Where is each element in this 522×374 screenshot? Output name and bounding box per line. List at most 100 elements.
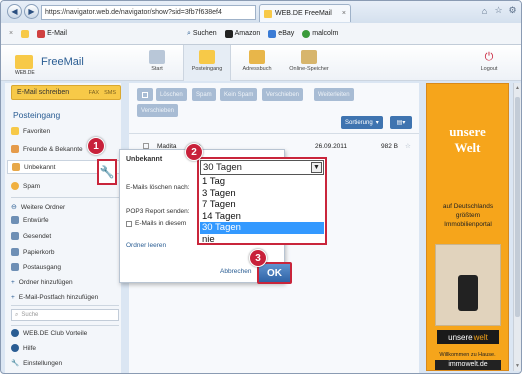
browser-window: ◀ ▶ https://navigator.web.de/navigator/s…: [0, 0, 522, 374]
move-button[interactable]: Verschieben: [262, 88, 304, 101]
posteingang-heading[interactable]: Posteingang: [13, 110, 60, 120]
mail-size: 982 B: [381, 142, 398, 150]
amazon-toolbar-label: Amazon: [234, 30, 261, 37]
view-toggle-button[interactable]: ▤▾: [390, 116, 412, 129]
scroll-thumb[interactable]: [515, 97, 520, 317]
user-toolbar-button[interactable]: malcolm: [302, 29, 338, 38]
browser-tab[interactable]: WEB.DE FreeMail ×: [259, 4, 351, 22]
nav-posteingang[interactable]: Posteingang: [183, 45, 231, 81]
callout-1: 1: [87, 137, 105, 155]
cancel-link[interactable]: Abbrechen: [220, 268, 251, 275]
folder-weitere[interactable]: ⊖ Weitere Ordner: [11, 200, 119, 214]
delete-after-select[interactable]: 30 Tagen ▼: [200, 160, 324, 175]
vertical-scrollbar[interactable]: ▲ ▼: [513, 83, 521, 371]
search-icon: ⌕: [186, 29, 191, 37]
sidebar-search-input[interactable]: ⌕ Suche: [11, 309, 119, 321]
tab-title: WEB.DE FreeMail: [275, 10, 332, 17]
checkbox-row[interactable]: E-Mails in diesem: [126, 220, 186, 227]
home-nav-icon: [149, 50, 165, 64]
option-1-tag[interactable]: 1 Tag: [200, 176, 324, 188]
sidebar-divider: [11, 197, 119, 198]
help-icon: [11, 344, 19, 352]
advertisement[interactable]: unsere Welt auf Deutschlands größtem Imm…: [426, 83, 509, 371]
scroll-down-icon[interactable]: ▼: [515, 363, 520, 369]
club-link[interactable]: WEB.DE Club Vorteile: [11, 326, 119, 340]
spam-folder-icon: [11, 182, 19, 190]
browser-toolbar: × E-Mail ⌕ Suchen Amazon eBay malcolm: [1, 23, 521, 45]
wrench-icon: 🔧: [11, 360, 20, 367]
folder-entwuerfe-label: Entwürfe: [23, 216, 49, 224]
folder-papierkorb[interactable]: Papierkorb: [11, 245, 119, 259]
spam-button[interactable]: Spam: [192, 88, 216, 101]
option-3-tagen[interactable]: 3 Tagen: [200, 188, 324, 200]
logout-button[interactable]: ⏻ Logout: [469, 45, 509, 81]
add-folder-link[interactable]: + Ordner hinzufügen: [11, 275, 119, 289]
chevron-down-icon[interactable]: ▼: [311, 162, 322, 173]
favorites-star-icon[interactable]: ☆: [493, 5, 504, 16]
mail-date: 26.09.2011: [315, 142, 348, 150]
empty-folder-link[interactable]: Ordner leeren: [126, 242, 166, 249]
settings-gear-icon[interactable]: ⚙: [507, 5, 518, 16]
sidebar-divider: [11, 305, 119, 306]
collapse-icon: ⊖: [11, 204, 17, 211]
checkbox-label: E-Mails in diesem: [135, 220, 187, 227]
flag-star-icon[interactable]: ☆: [405, 142, 411, 150]
nav-online-speicher[interactable]: Online-Speicher: [283, 45, 335, 81]
folder-favoriten[interactable]: Favoriten: [11, 124, 119, 138]
address-bar[interactable]: https://navigator.web.de/navigator/show?…: [41, 5, 256, 20]
club-label: WEB.DE Club Vorteile: [23, 329, 88, 337]
option-14-tagen[interactable]: 14 Tagen: [200, 211, 324, 223]
callout-3: 3: [249, 249, 267, 267]
scroll-up-icon[interactable]: ▲: [515, 85, 520, 91]
webde-toolbar-icon[interactable]: [21, 29, 30, 38]
compose-button[interactable]: E-Mail schreiben FAX SMS: [11, 85, 121, 100]
close-tab-icon[interactable]: ×: [342, 10, 346, 17]
friends-folder-icon: [11, 145, 19, 153]
folder-gesendet-label: Gesendet: [23, 232, 52, 240]
folder-spam-label: Spam: [23, 182, 40, 190]
email-toolbar-button[interactable]: E-Mail: [37, 29, 67, 38]
ad-tagline: Willkommen zu Hause.: [439, 352, 496, 358]
close-toolbar-icon[interactable]: ×: [9, 30, 13, 37]
browser-titlebar: ◀ ▶ https://navigator.web.de/navigator/s…: [1, 1, 521, 23]
help-link[interactable]: Hilfe: [11, 341, 119, 355]
folder-settings-wrench-icon[interactable]: 🔧: [97, 159, 117, 185]
url-text: https://navigator.web.de/navigator/show?…: [45, 9, 222, 16]
not-spam-button[interactable]: Kein Spam: [220, 88, 258, 101]
ad-brand: immowelt.de: [435, 360, 501, 370]
delete-after-dropdown[interactable]: 30 Tagen ▼ 1 Tag 3 Tagen 7 Tagen 14 Tage…: [197, 157, 327, 245]
settings-label: Einstellungen: [23, 359, 63, 367]
amazon-toolbar-button[interactable]: Amazon: [224, 29, 261, 38]
sort-label: Sortierung: [345, 119, 373, 126]
mail-checkbox[interactable]: [126, 220, 132, 227]
option-30-tagen[interactable]: 30 Tagen: [200, 222, 324, 234]
folder-gesendet[interactable]: Gesendet: [11, 229, 119, 243]
option-nie[interactable]: nie: [200, 234, 324, 246]
select-all-checkbox[interactable]: [137, 88, 153, 101]
product-title: FreeMail: [41, 56, 84, 68]
sms-link[interactable]: SMS: [104, 90, 116, 96]
settings-link[interactable]: 🔧 Einstellungen: [11, 356, 119, 370]
add-mailbox-link[interactable]: + E-Mail-Postfach hinzufügen: [11, 290, 119, 304]
nav-start[interactable]: Start: [133, 45, 181, 81]
ebay-toolbar-button[interactable]: eBay: [268, 29, 294, 38]
move-button-row2[interactable]: Verschieben: [137, 104, 179, 117]
ad-headline-2: Welt: [454, 140, 481, 155]
search-toolbar-button[interactable]: ⌕ Suchen: [187, 30, 217, 38]
forward-button[interactable]: Weiterleiten: [314, 88, 354, 101]
folder-entwuerfe[interactable]: Entwürfe: [11, 213, 119, 227]
delete-button[interactable]: Löschen: [156, 88, 187, 101]
back-icon[interactable]: ◀: [7, 4, 22, 19]
nav-adressbuch[interactable]: Adressbuch: [233, 45, 281, 81]
ok-label: OK: [267, 267, 282, 279]
folder-postausgang[interactable]: Postausgang: [11, 260, 119, 274]
sort-button[interactable]: Sortierung ▾: [341, 116, 383, 129]
email-toolbar-label: E-Mail: [47, 30, 67, 37]
home-icon[interactable]: ⌂: [479, 5, 490, 16]
nav-online-speicher-label: Online-Speicher: [289, 66, 329, 72]
forward-icon[interactable]: ▶: [24, 4, 39, 19]
option-7-tagen[interactable]: 7 Tagen: [200, 199, 324, 211]
add-icon: +: [11, 278, 15, 286]
fax-link[interactable]: FAX: [89, 90, 99, 96]
select-value: 30 Tagen: [203, 162, 242, 173]
